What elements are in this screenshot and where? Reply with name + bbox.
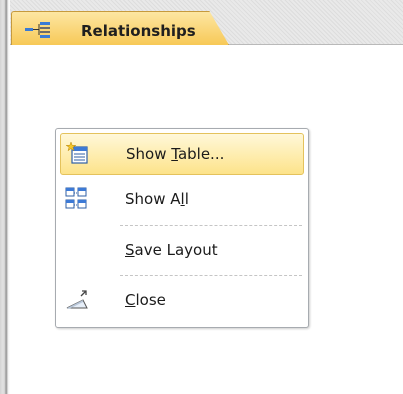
window-left-border: [0, 0, 10, 394]
show-all-label: Show All: [125, 190, 189, 208]
save-layout-menu-item[interactable]: Save Layout: [60, 230, 304, 272]
relationships-icon: [25, 22, 50, 38]
close-label: Close: [125, 291, 166, 309]
menu-separator: [120, 275, 302, 276]
menu-separator: [120, 225, 302, 226]
show-table-menu-item[interactable]: Show Table...: [60, 133, 304, 175]
context-menu: Show Table... Show All Save Layout Close: [55, 128, 309, 328]
show-table-icon: [66, 142, 88, 164]
tab-label: Relationships: [81, 22, 196, 40]
show-table-label: Show Table...: [126, 145, 225, 163]
save-layout-label: Save Layout: [125, 241, 218, 259]
show-all-menu-item[interactable]: Show All: [60, 179, 304, 221]
close-menu-item[interactable]: Close: [60, 280, 304, 322]
show-all-icon: [65, 187, 87, 209]
close-icon: [66, 290, 88, 309]
